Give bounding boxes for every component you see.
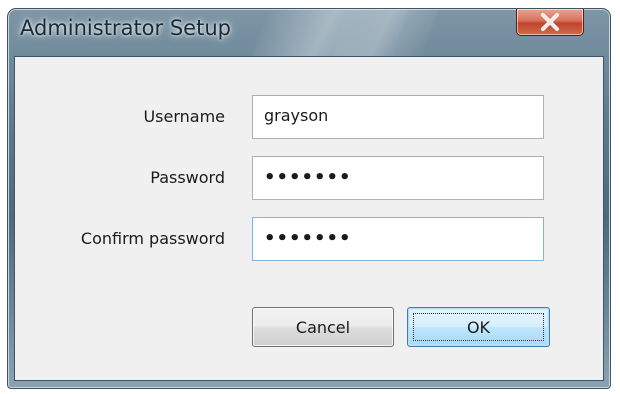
password-input[interactable]: ••••••• [252, 156, 544, 200]
confirm-password-input[interactable]: ••••••• [252, 217, 544, 261]
close-icon [539, 13, 561, 31]
username-input[interactable]: grayson [252, 95, 544, 139]
cancel-button-label: Cancel [295, 317, 351, 337]
password-mask: ••••••• [264, 167, 352, 188]
window-title: Administrator Setup [20, 16, 231, 40]
close-button[interactable] [516, 9, 584, 36]
cancel-button[interactable]: Cancel [252, 307, 394, 347]
ok-button[interactable]: OK [407, 307, 550, 347]
dialog-window: Administrator Setup Username grayson Pas… [7, 8, 611, 389]
password-label: Password [150, 168, 225, 187]
confirm-password-row: Confirm password ••••••• [15, 217, 603, 263]
confirm-password-mask: ••••••• [264, 228, 352, 249]
password-row: Password ••••••• [15, 156, 603, 202]
username-row: Username grayson [15, 95, 603, 141]
username-label: Username [143, 107, 225, 126]
confirm-password-label: Confirm password [80, 229, 225, 248]
dialog-content: Username grayson Password ••••••• Confir… [14, 56, 604, 381]
title-bar[interactable]: Administrator Setup [8, 9, 610, 56]
ok-button-label: OK [466, 317, 491, 337]
